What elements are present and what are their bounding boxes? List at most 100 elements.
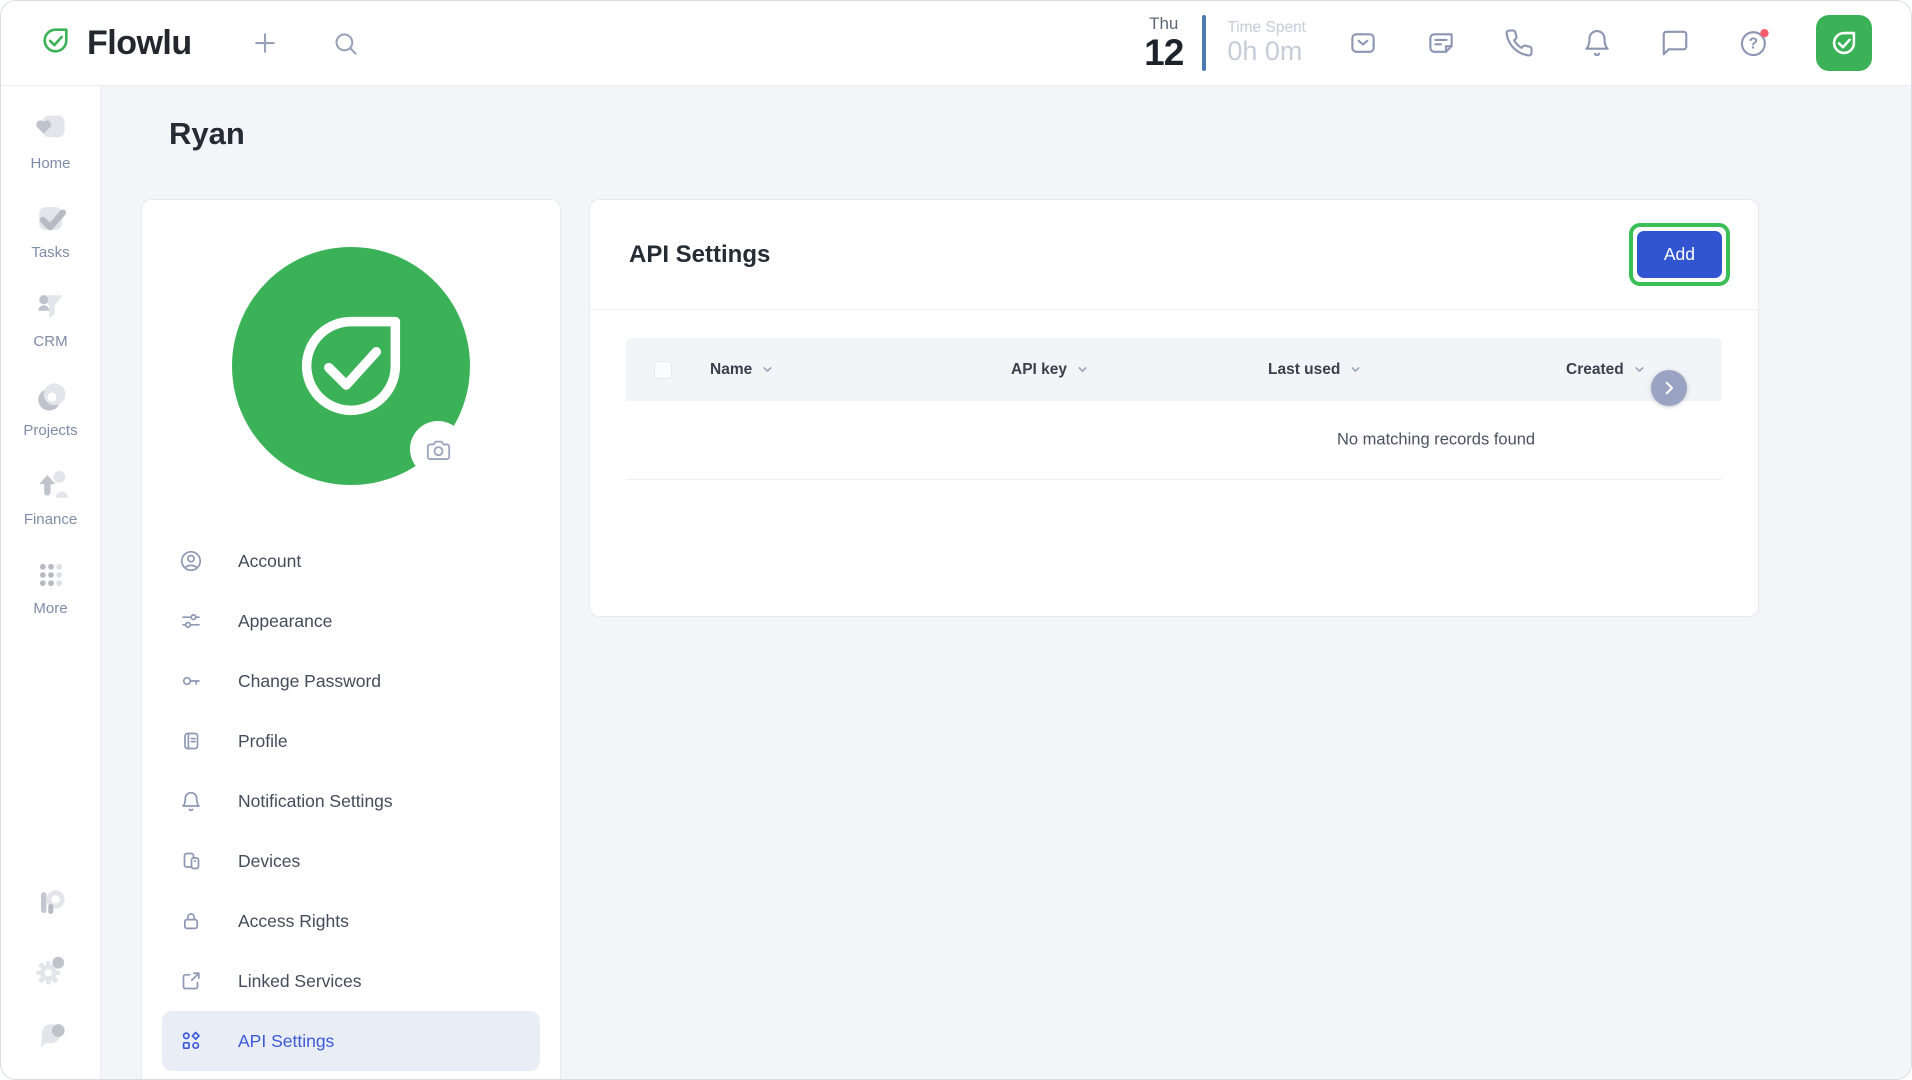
column-header-last-used[interactable]: Last used xyxy=(1240,361,1538,379)
chevron-right-icon xyxy=(1665,381,1673,395)
mail-icon xyxy=(1351,33,1375,53)
bell-icon xyxy=(182,791,200,812)
feedback-button[interactable] xyxy=(31,1016,71,1056)
table-scroll-right-button[interactable] xyxy=(1651,370,1687,406)
no-records-message: No matching records found xyxy=(1337,430,1536,449)
date-number: 12 xyxy=(1144,32,1184,73)
empty-table-row: No matching records found xyxy=(626,401,1722,480)
finance-icon xyxy=(38,471,68,498)
module-rail: Home Tasks CRM Projects Finance More xyxy=(1,86,101,1079)
profile-avatar-wrap xyxy=(232,247,470,485)
sort-chevron-icon xyxy=(1351,367,1360,372)
app-body: Home Tasks CRM Projects Finance More Rya… xyxy=(1,86,1911,1079)
profile-book-icon xyxy=(184,732,199,750)
menu-item-profile[interactable]: Profile xyxy=(162,711,540,771)
note-icon xyxy=(1429,33,1453,53)
time-spent-value: 0h 0m xyxy=(1227,36,1303,67)
search-button[interactable] xyxy=(326,24,365,63)
partner-logo-icon xyxy=(40,890,65,914)
rail-item-projects[interactable]: Projects xyxy=(23,377,78,439)
api-panel-title: API Settings xyxy=(629,240,771,268)
column-header-name[interactable]: Name xyxy=(682,361,983,379)
menu-item-linked-services[interactable]: Linked Services xyxy=(162,951,540,1011)
select-all-checkbox[interactable] xyxy=(654,360,672,379)
avatar-shield-check-icon xyxy=(1832,31,1856,55)
time-spent-label: Time Spent xyxy=(1227,18,1306,36)
projects-icon xyxy=(37,383,66,411)
topbar: Flowlu Thu 12 Time Spent 0h 0m ? xyxy=(1,1,1911,86)
partner-program-button[interactable] xyxy=(31,884,71,924)
api-settings-panel: API Settings Add Name API key Last used … xyxy=(589,199,1759,617)
content-columns: Account Appearance Change Password Profi… xyxy=(141,199,1871,1079)
chat-button[interactable] xyxy=(1660,28,1690,58)
date-divider xyxy=(1202,15,1207,71)
add-api-key-button[interactable]: Add xyxy=(1636,231,1722,278)
profile-menu: Account Appearance Change Password Profi… xyxy=(142,531,560,1071)
sort-chevron-icon xyxy=(1635,367,1644,372)
api-keys-table: Name API key Last used Created No matchi… xyxy=(626,338,1722,480)
user-avatar-button[interactable] xyxy=(1816,15,1872,71)
lock-icon xyxy=(183,913,199,930)
notifications-button[interactable] xyxy=(1582,28,1612,58)
chat-bubble-icon xyxy=(1662,30,1688,56)
add-button-highlight-outline: Add xyxy=(1628,223,1730,286)
more-grid-icon xyxy=(39,563,62,587)
crm-icon xyxy=(37,295,63,318)
gear-icon xyxy=(35,956,64,985)
sort-chevron-icon xyxy=(1078,367,1087,372)
menu-item-notification-settings[interactable]: Notification Settings xyxy=(162,771,540,831)
phone-button[interactable] xyxy=(1504,28,1534,58)
page-title: Ryan xyxy=(169,116,245,151)
main-content: Ryan Account Appearance Change Password … xyxy=(101,86,1911,1079)
flowlu-app: Flowlu Thu 12 Time Spent 0h 0m ? Home Ta… xyxy=(0,0,1912,1080)
calendar-date-widget[interactable]: Thu 12 xyxy=(1144,14,1184,73)
help-button[interactable]: ? xyxy=(1738,27,1770,59)
sliders-icon xyxy=(182,614,200,628)
svg-text:?: ? xyxy=(1749,36,1758,53)
menu-item-appearance[interactable]: Appearance xyxy=(162,591,540,651)
key-icon xyxy=(182,676,200,686)
notes-button[interactable] xyxy=(1426,28,1456,58)
time-spent-widget[interactable]: Time Spent 0h 0m xyxy=(1227,19,1306,68)
menu-item-access-rights[interactable]: Access Rights xyxy=(162,891,540,951)
sort-chevron-icon xyxy=(763,367,772,372)
rail-item-finance[interactable]: Finance xyxy=(24,466,77,528)
topbar-icons: ? xyxy=(1348,27,1770,59)
menu-item-change-password[interactable]: Change Password xyxy=(162,651,540,711)
flowlu-shield-check-icon xyxy=(37,22,74,64)
notification-badge-dot xyxy=(1760,28,1769,38)
phone-icon xyxy=(1505,29,1533,57)
settings-button[interactable] xyxy=(31,950,71,990)
brand-logo[interactable]: Flowlu xyxy=(37,22,192,64)
menu-item-api-settings[interactable]: API Settings xyxy=(162,1011,540,1071)
feedback-bubble-icon xyxy=(40,1024,65,1048)
brand-name: Flowlu xyxy=(87,23,192,62)
devices-icon xyxy=(183,852,200,870)
rail-item-crm[interactable]: CRM xyxy=(31,288,71,350)
menu-item-devices[interactable]: Devices xyxy=(162,831,540,891)
help-icon: ? xyxy=(1740,28,1769,57)
table-header-row: Name API key Last used Created xyxy=(626,338,1722,401)
change-photo-button[interactable] xyxy=(410,421,466,477)
home-icon xyxy=(36,115,66,138)
create-new-button[interactable] xyxy=(244,22,286,64)
external-link-icon xyxy=(182,972,200,990)
date-day: Thu xyxy=(1149,14,1179,33)
camera-icon xyxy=(426,440,450,460)
api-panel-header: API Settings Add xyxy=(590,200,1758,310)
column-header-created[interactable]: Created xyxy=(1538,361,1722,379)
user-circle-icon xyxy=(180,550,202,572)
topbar-right: Thu 12 Time Spent 0h 0m ? xyxy=(1144,15,1911,71)
rail-bottom-icons xyxy=(31,884,71,1079)
column-header-api-key[interactable]: API key xyxy=(983,361,1240,379)
rail-item-more[interactable]: More xyxy=(31,555,71,617)
header-checkbox-cell xyxy=(626,360,682,379)
menu-item-account[interactable]: Account xyxy=(162,531,540,591)
tasks-icon xyxy=(38,207,66,231)
rail-item-tasks[interactable]: Tasks xyxy=(31,199,71,261)
profile-card: Account Appearance Change Password Profi… xyxy=(141,199,561,1079)
rail-item-home[interactable]: Home xyxy=(30,110,71,172)
profile-shield-check-icon xyxy=(301,316,401,416)
api-nodes-icon xyxy=(182,1031,200,1050)
mail-button[interactable] xyxy=(1348,28,1378,58)
